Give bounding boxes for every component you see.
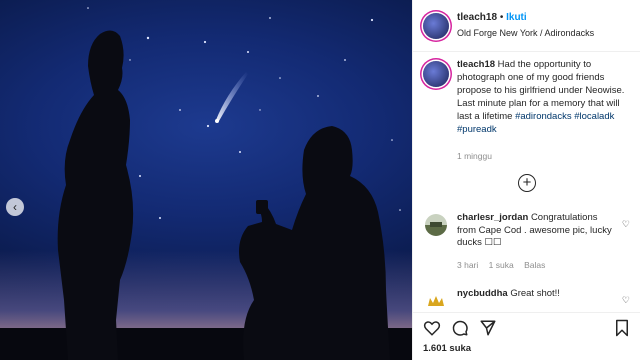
caption-time: 1 minggu: [457, 151, 492, 161]
comment-text: Great shot!!: [510, 288, 560, 299]
caption-username[interactable]: tleach18: [457, 59, 495, 70]
hashtag[interactable]: #localadk: [574, 111, 614, 122]
caption: tleach18 Had the opportunity to photogra…: [413, 58, 640, 163]
comment-likes[interactable]: 1 suka: [489, 260, 514, 270]
bookmark-icon[interactable]: [613, 319, 631, 337]
comment-icon[interactable]: [451, 319, 469, 337]
photo-scene: [57, 7, 401, 360]
share-icon[interactable]: [479, 319, 497, 337]
likes-count[interactable]: 1.601 suka: [423, 343, 471, 354]
reply-button[interactable]: Balas: [524, 260, 545, 270]
follow-button[interactable]: Ikuti: [506, 12, 527, 23]
comet-tail: [216, 72, 248, 121]
avatar[interactable]: [423, 13, 449, 39]
comments-section[interactable]: tleach18 Had the opportunity to photogra…: [413, 58, 640, 310]
hashtag[interactable]: #pureadk: [457, 124, 497, 135]
post-photo[interactable]: ‹: [0, 0, 412, 360]
action-bar: 1.601 suka: [413, 312, 640, 360]
commenter-avatar[interactable]: [425, 214, 447, 236]
comment-meta: 3 hari 1 suka Balas: [457, 259, 614, 272]
landscape-avatar-icon: [425, 214, 447, 236]
comet-head: [215, 119, 219, 123]
comment-time: 3 hari: [457, 259, 479, 270]
commenter-avatar[interactable]: [425, 290, 447, 310]
chevron-left-icon[interactable]: ‹: [6, 198, 24, 216]
heart-outline-icon[interactable]: ♡: [622, 218, 630, 231]
caption-avatar[interactable]: [423, 61, 449, 87]
ring-box: [256, 200, 268, 214]
post-header: tleach18 • Ikuti Old Forge New York / Ad…: [413, 0, 640, 52]
header-separator: •: [499, 12, 504, 23]
post-panel: tleach18 • Ikuti Old Forge New York / Ad…: [412, 0, 640, 360]
load-more-comments-button[interactable]: +: [518, 174, 536, 192]
header-username[interactable]: tleach18: [457, 12, 497, 23]
comment-item: charlesr_jordan Congratulations from Cap…: [413, 212, 640, 271]
heart-outline-icon[interactable]: ♡: [622, 294, 630, 307]
comment-username[interactable]: charlesr_jordan: [457, 212, 528, 223]
man-silhouette: [239, 126, 390, 360]
comment-item: nycbuddha Great shot!! ♡: [413, 288, 640, 310]
woman-silhouette: [57, 30, 134, 360]
crown-avatar-icon: [425, 290, 447, 310]
location-link[interactable]: Old Forge New York / Adirondacks: [457, 28, 594, 38]
hashtag[interactable]: #adirondacks: [515, 111, 572, 122]
comment-username[interactable]: nycbuddha: [457, 288, 508, 299]
heart-icon[interactable]: [423, 319, 441, 337]
header-user-line: tleach18 • Ikuti: [457, 12, 527, 23]
